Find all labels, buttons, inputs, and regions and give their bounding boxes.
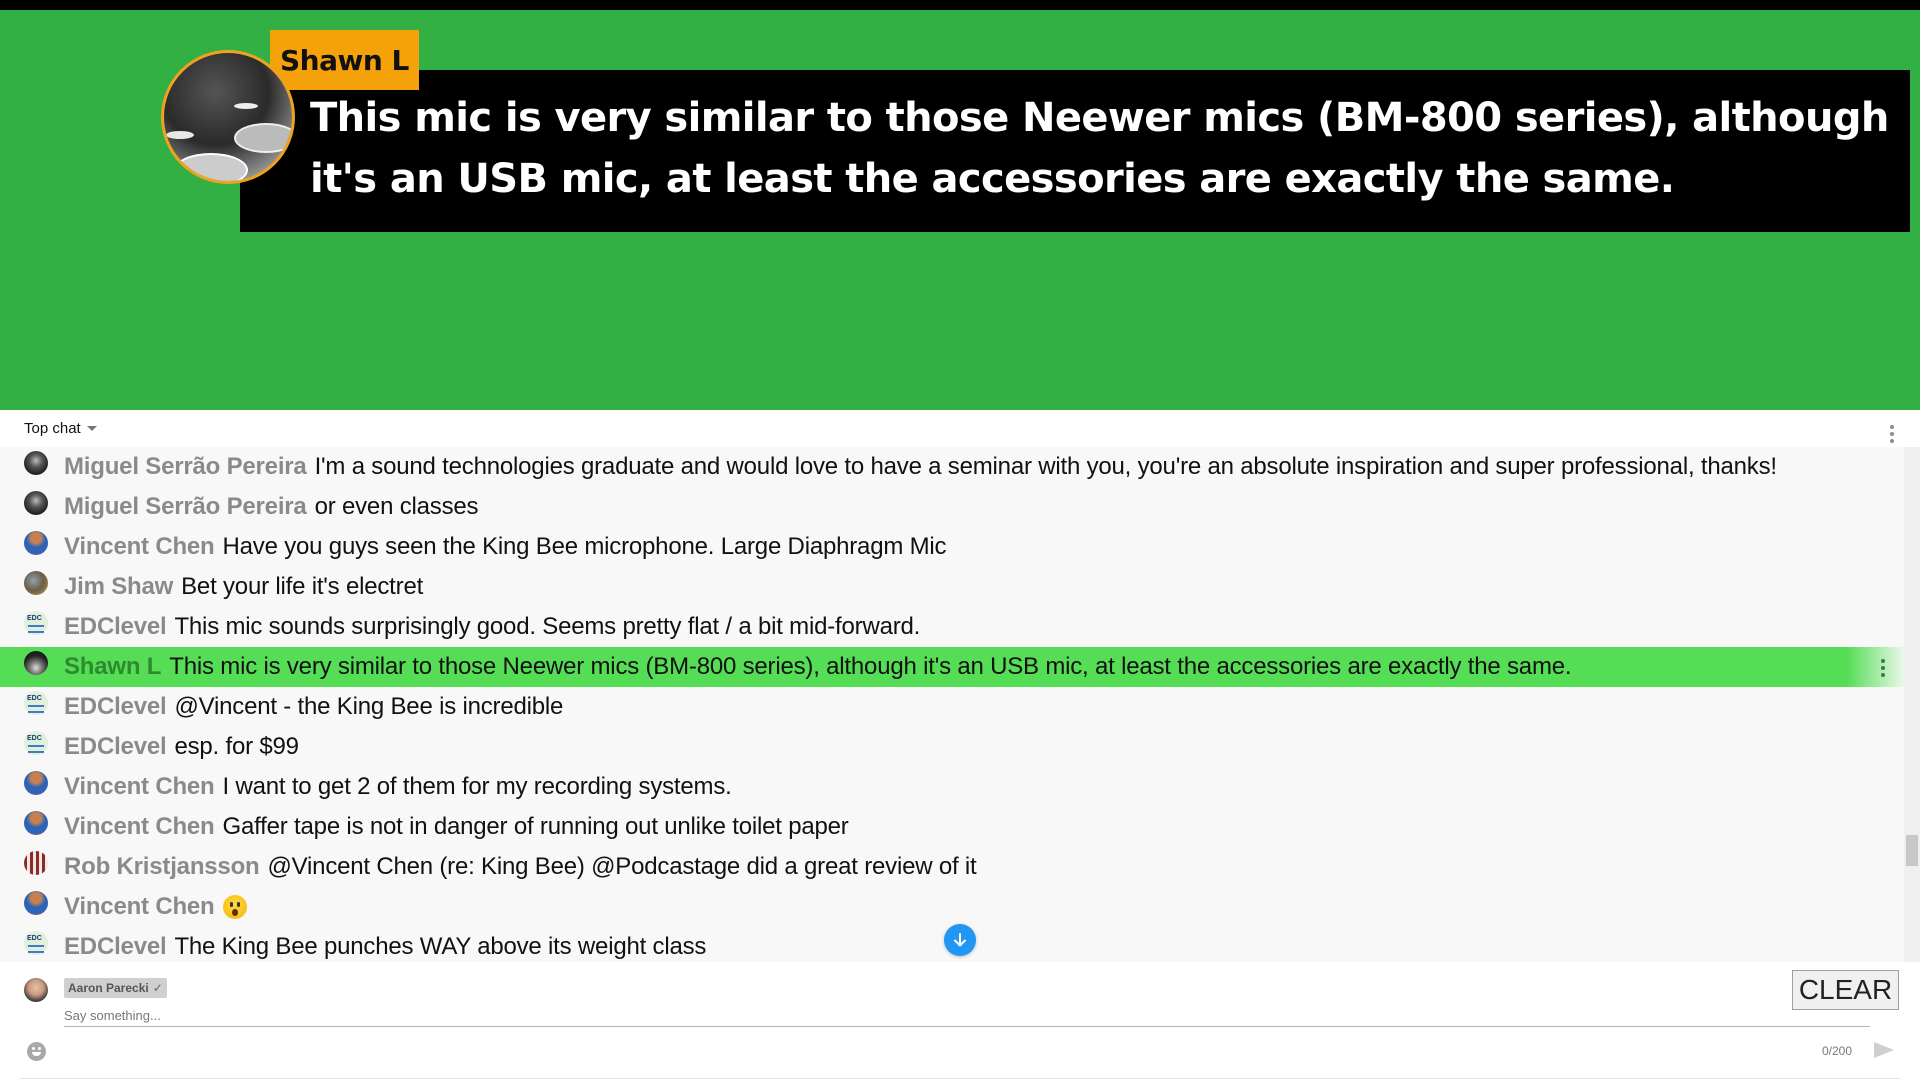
author-avatar [24, 851, 48, 875]
message-author[interactable]: Miguel Serrão Pereira [64, 453, 307, 481]
overlay-author-avatar [161, 50, 295, 184]
author-avatar [24, 571, 48, 595]
divider [20, 1078, 1900, 1079]
message-author[interactable]: Vincent Chen [64, 533, 215, 561]
author-avatar [24, 891, 48, 915]
author-avatar [24, 691, 48, 715]
chat-message-input[interactable] [64, 1004, 1870, 1027]
message-author[interactable]: EDClevel [64, 613, 167, 641]
author-avatar [24, 531, 48, 555]
chat-message[interactable]: Miguel Serrão Pereira I'm a sound techno… [0, 447, 1904, 487]
chat-message[interactable]: EDClevel esp. for $99 [0, 727, 1904, 767]
chat-message[interactable]: EDClevel @Vincent - the King Bee is incr… [0, 687, 1904, 727]
author-avatar [24, 771, 48, 795]
overlay-author-name: Shawn L [280, 43, 409, 77]
author-avatar [24, 451, 48, 475]
message-text: This mic sounds surprisingly good. Seems… [174, 613, 921, 640]
author-avatar [24, 491, 48, 515]
jump-to-latest-button[interactable] [944, 924, 976, 956]
chat-message[interactable]: Rob Kristjansson @Vincent Chen (re: King… [0, 847, 1904, 887]
message-text: Bet your life it's electret [181, 573, 424, 600]
message-text: or even classes [314, 493, 479, 520]
chat-mode-label: Top chat [24, 420, 81, 437]
message-text: Have you guys seen the King Bee micropho… [222, 533, 947, 560]
message-author[interactable]: EDClevel [64, 733, 167, 761]
chat-scrollbar-thumb[interactable] [1906, 835, 1918, 866]
chat-mode-dropdown[interactable]: Top chat [24, 420, 97, 437]
message-text: @Vincent - the King Bee is incredible [174, 693, 564, 720]
chat-header: Top chat [0, 410, 1920, 447]
avatar-photo-detail [174, 153, 248, 181]
chat-message[interactable]: EDClevel This mic sounds surprisingly go… [0, 607, 1904, 647]
emoji-picker-icon[interactable] [27, 1042, 46, 1061]
character-counter: 0/200 [1822, 1044, 1853, 1058]
chat-message-list: Miguel Serrão Pereira I'm a sound techno… [0, 447, 1904, 962]
message-text: The King Bee punches WAY above its weigh… [174, 933, 707, 960]
message-author[interactable]: Jim Shaw [64, 573, 173, 601]
message-author[interactable]: Miguel Serrão Pereira [64, 493, 307, 521]
message-author[interactable]: EDClevel [64, 693, 167, 721]
top-strip [0, 0, 1920, 10]
avatar-photo-detail [234, 123, 292, 153]
message-author[interactable]: Rob Kristjansson [64, 853, 260, 881]
overlay-comment-box: This mic is very similar to those Neewer… [240, 70, 1910, 232]
overlay-comment-text: This mic is very similar to those Neewer… [310, 95, 1889, 202]
message-author[interactable]: Vincent Chen [64, 813, 215, 841]
verified-check-icon: ✓ [152, 981, 163, 995]
avatar-photo-detail [234, 103, 258, 109]
avatar-photo-detail [166, 131, 194, 139]
current-user-chip: Aaron Parecki ✓ [64, 978, 167, 998]
message-text: This mic is very similar to those Neewer… [169, 653, 1572, 680]
message-text: esp. for $99 [174, 733, 299, 760]
chat-message[interactable]: Vincent Chen [0, 887, 1904, 927]
author-avatar [24, 931, 48, 955]
chat-message[interactable]: Vincent Chen I want to get 2 of them for… [0, 767, 1904, 807]
arrow-down-icon [954, 933, 966, 947]
author-avatar [24, 611, 48, 635]
chat-message[interactable]: Miguel Serrão Pereira or even classes [0, 487, 1904, 527]
send-icon[interactable] [1874, 1042, 1894, 1058]
chat-scrollbar[interactable] [1904, 447, 1920, 962]
author-avatar [24, 811, 48, 835]
more-options-icon[interactable] [1890, 425, 1894, 443]
message-author[interactable]: EDClevel [64, 933, 167, 961]
current-user-name: Aaron Parecki [68, 981, 149, 995]
astonished-face-emoji-icon [222, 895, 247, 919]
message-text: I'm a sound technologies graduate and wo… [314, 453, 1777, 480]
message-author[interactable]: Vincent Chen [64, 893, 215, 921]
caret-down-icon [86, 426, 97, 431]
message-text: I want to get 2 of them for my recording… [222, 773, 732, 800]
author-avatar [24, 731, 48, 755]
author-avatar [24, 651, 48, 675]
chat-composer: Aaron Parecki ✓ CLEAR 0/200 [0, 962, 1920, 1080]
message-author[interactable]: Shawn L [64, 653, 161, 681]
overlay-author-tag: Shawn L [270, 30, 419, 90]
message-text: @Vincent Chen (re: King Bee) @Podcastage… [267, 853, 977, 880]
clear-button[interactable]: CLEAR [1792, 970, 1899, 1010]
chat-message[interactable]: Vincent Chen Have you guys seen the King… [0, 527, 1904, 567]
chat-message-highlighted[interactable]: Shawn L This mic is very similar to thos… [0, 647, 1904, 687]
message-author[interactable]: Vincent Chen [64, 773, 215, 801]
message-text: Gaffer tape is not in danger of running … [222, 813, 849, 840]
message-options-icon[interactable] [1881, 659, 1885, 677]
current-user-avatar [24, 978, 48, 1002]
chat-message[interactable]: Jim Shaw Bet your life it's electret [0, 567, 1904, 607]
chat-message[interactable]: Vincent Chen Gaffer tape is not in dange… [0, 807, 1904, 847]
